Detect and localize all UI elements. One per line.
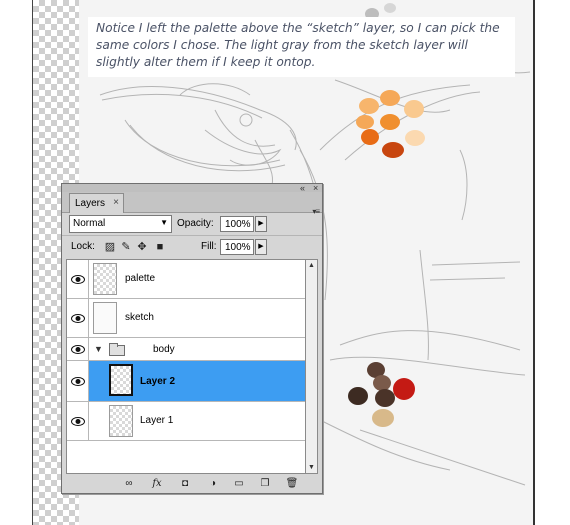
layer-row-palette[interactable]: palette [67, 260, 305, 299]
layer-group-body[interactable]: ▼ body [67, 338, 305, 361]
opacity-slider-button[interactable]: ▶ [255, 216, 267, 232]
visibility-toggle[interactable] [67, 260, 89, 298]
layer-thumbnail [93, 302, 117, 334]
trash-icon[interactable]: 🗑 [285, 478, 299, 490]
scroll-up-icon[interactable]: ▲ [308, 262, 315, 269]
visibility-toggle[interactable] [67, 299, 89, 337]
layers-list: palette sketch ▼ body Layer 2 Layer 1 [66, 259, 306, 474]
visibility-toggle[interactable] [67, 402, 89, 440]
expand-arrow-icon[interactable]: ▼ [94, 344, 103, 354]
eye-icon [71, 345, 85, 354]
fill-field[interactable]: 100% [220, 239, 254, 255]
layer-thumbnail [109, 364, 133, 396]
lock-all-icon[interactable]: ■ [154, 241, 166, 253]
layer-row-layer-2[interactable]: Layer 2 [67, 361, 305, 402]
panel-footer: ∞ fx ◘ ◑ ▭ ❐ 🗑 [62, 475, 322, 493]
blend-row: Normal ▼ Opacity: 100% ▶ [62, 213, 322, 235]
opacity-label: Opacity: [177, 218, 214, 229]
eye-icon [71, 417, 85, 426]
fill-slider-button[interactable]: ▶ [255, 239, 267, 255]
mask-icon[interactable]: ◘ [178, 478, 192, 490]
lock-row: Lock: ▨ ✎ ✥ ■ Fill: 100% ▶ [62, 235, 322, 257]
eye-icon [71, 275, 85, 284]
layer-row-layer-1[interactable]: Layer 1 [67, 402, 305, 441]
opacity-field[interactable]: 100% [220, 216, 254, 232]
fill-label: Fill: [201, 241, 217, 252]
tab-close-icon[interactable]: × [113, 197, 119, 208]
group-icon[interactable]: ▭ [232, 478, 246, 490]
layers-panel: « × Layers × ▾≡ Normal ▼ Opacity: 100% ▶… [61, 183, 323, 494]
visibility-toggle[interactable] [67, 338, 89, 360]
eye-icon [71, 314, 85, 323]
panel-titlebar[interactable]: « × [62, 183, 322, 193]
layer-thumbnail [93, 263, 117, 295]
layer-name: sketch [125, 312, 154, 323]
layer-name: palette [125, 273, 156, 284]
adjustment-icon[interactable]: ◑ [206, 478, 220, 490]
folder-icon [109, 343, 125, 356]
new-layer-icon[interactable]: ❐ [258, 478, 272, 490]
layers-scrollbar[interactable]: ▲ ▼ [306, 259, 318, 474]
tab-layers-label: Layers [75, 198, 106, 209]
layer-name: Layer 1 [140, 415, 174, 426]
scroll-down-icon[interactable]: ▼ [308, 464, 315, 471]
lock-move-icon[interactable]: ✥ [136, 241, 148, 253]
chevron-down-icon: ▼ [160, 218, 168, 227]
canvas-stage: Notice I left the palette above the “ske… [0, 0, 570, 525]
lock-paint-icon[interactable]: ✎ [120, 241, 132, 253]
eye-icon [71, 377, 85, 386]
visibility-toggle[interactable] [67, 361, 89, 401]
lock-label: Lock: [71, 241, 95, 252]
palette-brown-swatches [348, 362, 415, 427]
lock-transparent-icon[interactable]: ▨ [104, 241, 116, 253]
tutorial-caption: Notice I left the palette above the “ske… [88, 17, 515, 77]
fx-icon[interactable]: fx [150, 478, 164, 490]
layer-name: Layer 2 [140, 376, 176, 387]
layer-row-sketch[interactable]: sketch [67, 299, 305, 338]
layer-thumbnail [109, 405, 133, 437]
blend-mode-select[interactable]: Normal ▼ [69, 215, 172, 233]
panel-tabbar: Layers × ▾≡ [62, 192, 322, 216]
link-icon[interactable]: ∞ [122, 478, 136, 490]
blend-mode-value: Normal [73, 218, 106, 229]
tab-layers[interactable]: Layers × [69, 193, 124, 213]
group-name: body [153, 344, 175, 355]
